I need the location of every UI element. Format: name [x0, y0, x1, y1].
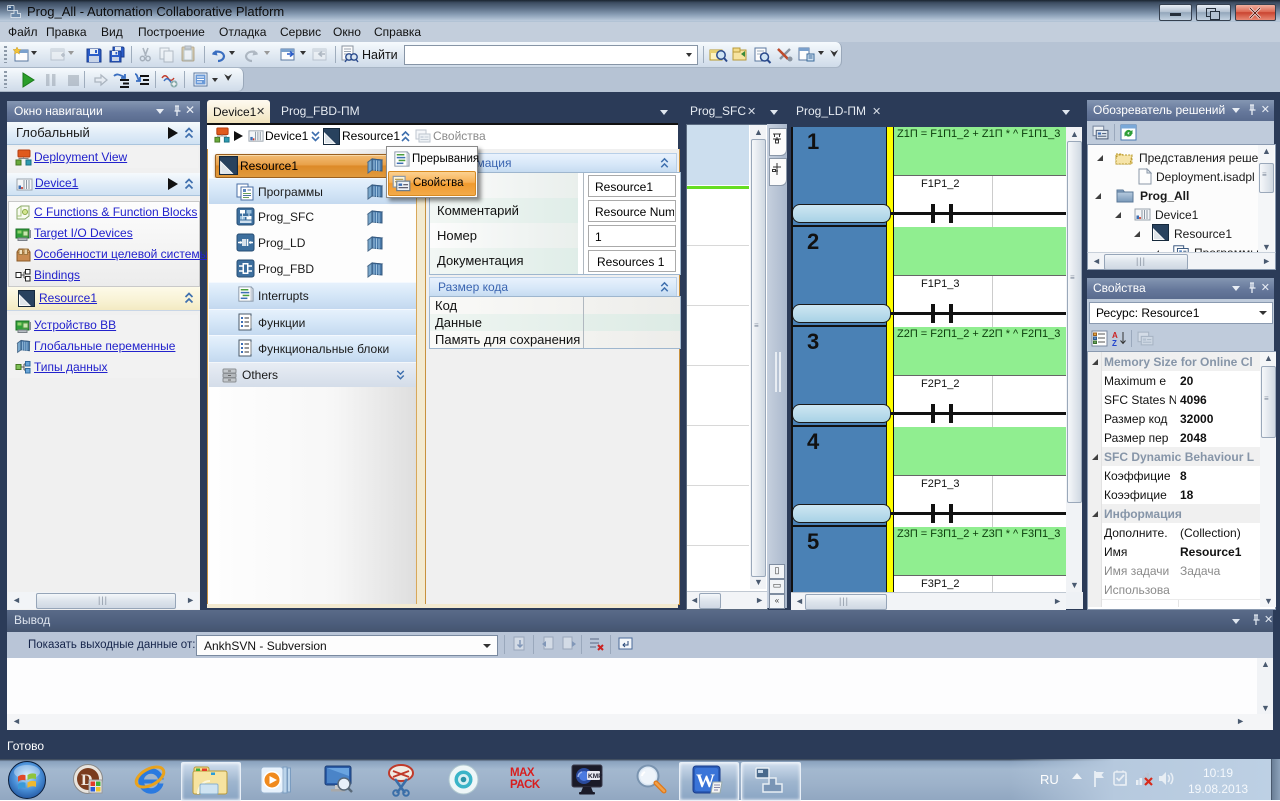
svg-text:Z: Z	[1112, 339, 1117, 347]
svg-text:KMP: KMP	[588, 773, 603, 780]
